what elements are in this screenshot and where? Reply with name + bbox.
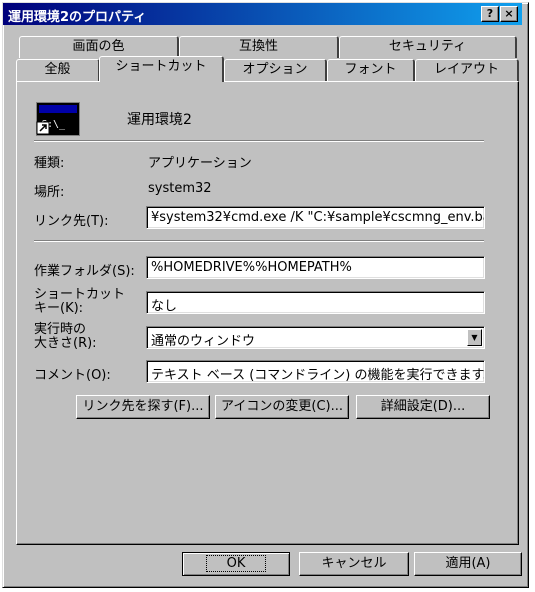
apply-button[interactable]: 適用(A)	[414, 552, 522, 576]
target-field[interactable]: ¥system32¥cmd.exe /K "C:¥sample¥cscmng_e…	[146, 206, 485, 229]
advanced-button[interactable]: 詳細設定(D)...	[356, 395, 490, 419]
tab-options[interactable]: オプション	[224, 59, 327, 81]
separator-middle	[34, 240, 484, 242]
chevron-down-icon[interactable]: ▼	[467, 329, 482, 346]
window-title: 運用環境2のプロパティ	[8, 10, 147, 25]
hotkey-label-line2: キー(K):	[34, 301, 84, 316]
tab-font[interactable]: フォント	[327, 59, 415, 81]
ok-button[interactable]: OK	[182, 552, 290, 576]
tab-layout[interactable]: レイアウト	[415, 59, 519, 81]
run-size-select[interactable]: 通常のウィンドウ ▼	[146, 326, 485, 349]
run-size-value: 通常のウィンドウ	[151, 334, 256, 349]
hotkey-field[interactable]: なし	[146, 291, 485, 314]
tab-screen-colors[interactable]: 画面の色	[19, 36, 179, 58]
workdir-label: 作業フォルダ(S):	[34, 264, 135, 279]
run-size-label: 実行時の 大きさ(R):	[34, 323, 97, 351]
target-label: リンク先(T):	[34, 214, 109, 229]
hotkey-label: ショートカット キー(K):	[34, 288, 125, 316]
title-bar: 運用環境2のプロパティ ? ×	[3, 3, 522, 25]
help-button[interactable]: ?	[481, 6, 499, 22]
run-size-label-line2: 大きさ(R):	[34, 336, 97, 351]
find-target-button[interactable]: リンク先を探す(F)...	[76, 395, 210, 419]
type-label: 種類:	[34, 156, 65, 171]
ok-label: OK	[205, 555, 267, 572]
comment-label: コメント(O):	[34, 368, 111, 383]
location-value: system32	[148, 181, 212, 196]
tab-security[interactable]: セキュリティ	[339, 36, 517, 58]
tab-general[interactable]: 全般	[16, 59, 100, 81]
tab-shortcut[interactable]: ショートカット	[99, 56, 224, 82]
comment-field[interactable]: テキスト ベース (コマンドライン) の機能を実行できます。	[146, 360, 485, 383]
tab-compatibility[interactable]: 互換性	[179, 36, 339, 58]
shortcut-name: 運用環境2	[127, 112, 192, 128]
close-button[interactable]: ×	[500, 6, 518, 22]
location-label: 場所:	[34, 185, 65, 200]
cancel-button[interactable]: キャンセル	[299, 552, 409, 576]
separator-top	[34, 140, 484, 142]
change-icon-button[interactable]: アイコンの変更(C)...	[215, 395, 349, 419]
run-size-label-line1: 実行時の	[34, 322, 87, 337]
workdir-field[interactable]: %HOMEDRIVE%%HOMEPATH%	[146, 256, 485, 279]
console-shortcut-icon: C:\_	[36, 102, 80, 136]
hotkey-label-line1: ショートカット	[34, 287, 126, 302]
type-value: アプリケーション	[148, 156, 252, 171]
